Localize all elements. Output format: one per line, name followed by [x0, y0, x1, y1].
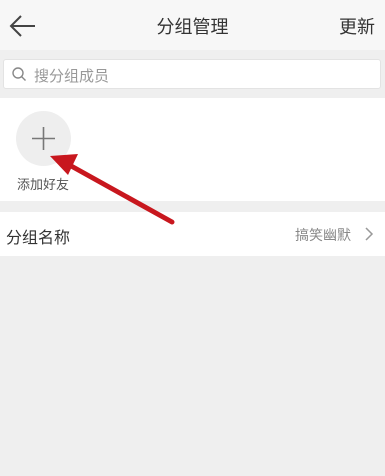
group-name-value: 搞笑幽默	[295, 228, 351, 244]
search-bar	[0, 50, 385, 98]
group-name-label: 分组名称	[6, 228, 71, 247]
add-friend-button[interactable]	[16, 111, 71, 166]
back-arrow-icon	[9, 15, 35, 37]
update-button[interactable]: 更新	[339, 13, 375, 39]
top-bar: 分组管理 更新	[0, 0, 385, 50]
search-box[interactable]	[3, 59, 381, 89]
page-title: 分组管理	[156, 17, 229, 38]
members-panel: 添加好友	[0, 98, 385, 201]
back-button[interactable]	[8, 12, 38, 40]
chevron-right-icon	[365, 227, 374, 241]
search-icon	[12, 67, 26, 81]
search-input[interactable]	[32, 64, 366, 88]
plus-icon	[32, 127, 55, 150]
add-friend-label: 添加好友	[17, 178, 70, 193]
group-name-row[interactable]: 分组名称 搞笑幽默	[0, 212, 385, 256]
